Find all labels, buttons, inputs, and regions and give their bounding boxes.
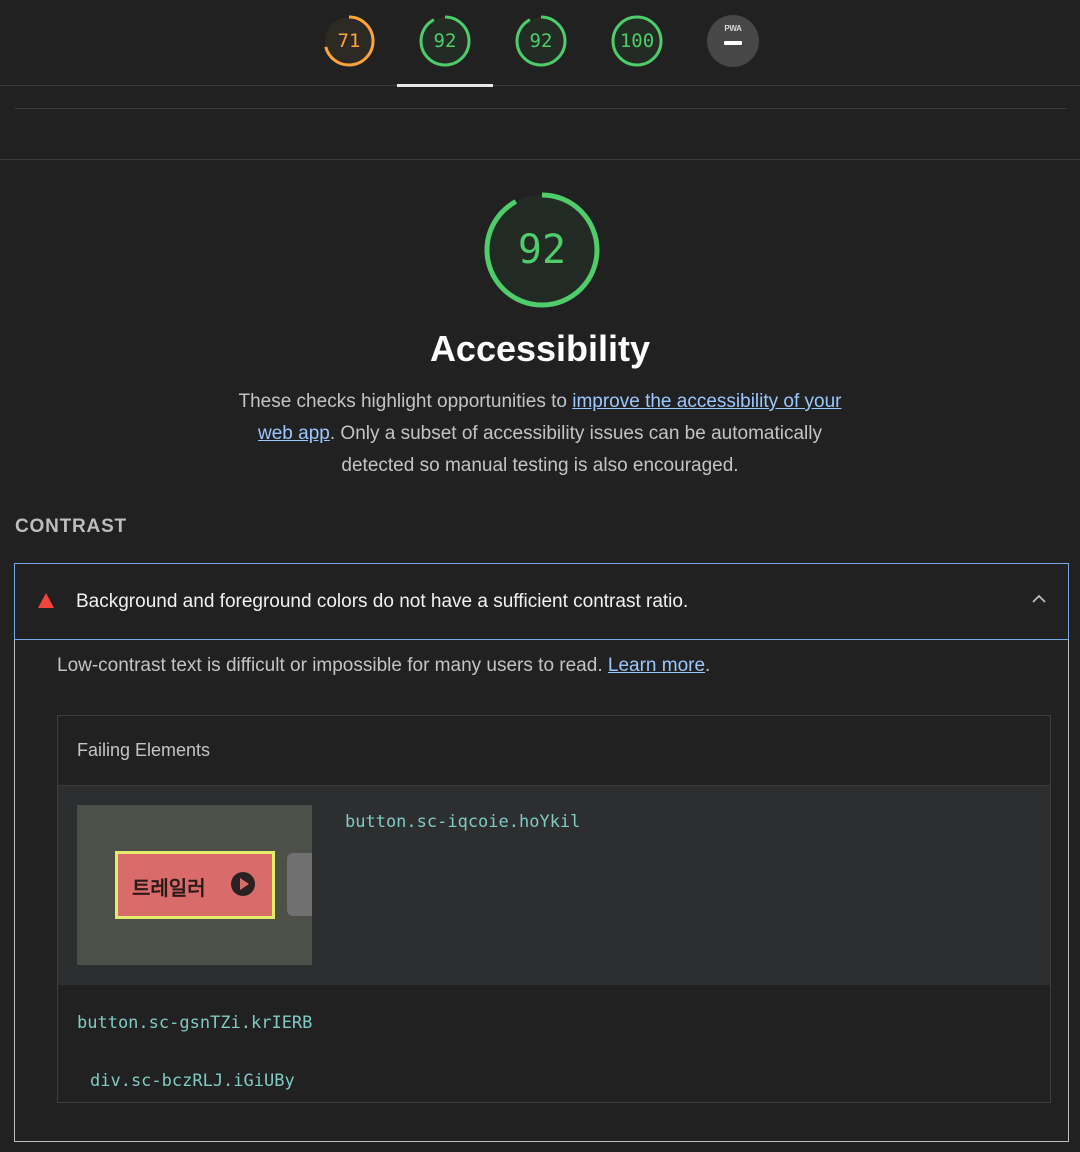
play-icon	[231, 872, 255, 896]
seo-score: 100	[619, 30, 655, 52]
audit-title: Background and foreground colors do not …	[76, 591, 689, 612]
learn-more-link[interactable]: Learn more	[608, 655, 705, 676]
performance-gauge[interactable]: 71	[322, 14, 376, 68]
thumbnail-button-text: 트레일러	[132, 878, 206, 900]
audit-description-text: .	[705, 655, 711, 676]
performance-score: 71	[337, 30, 361, 52]
element-screenshot[interactable]: 트레일러	[77, 805, 312, 965]
accessibility-score: 92	[433, 30, 457, 52]
audit-description-text: Low-contrast text is difficult or imposs…	[57, 655, 608, 676]
pwa-dash-icon	[724, 41, 742, 45]
category-description-text: These checks highlight opportunities to	[238, 391, 573, 412]
divider	[0, 159, 1080, 160]
active-tab-indicator	[397, 84, 493, 87]
pwa-label: PWA	[724, 24, 742, 33]
failing-elements-header: Failing Elements	[77, 740, 211, 760]
failing-elements-table: Failing Elements 트레일러 button.sc-iqcoie.h…	[57, 715, 1051, 1103]
audit-description: Low-contrast text is difficult or imposs…	[57, 655, 710, 677]
pwa-badge[interactable]: PWA	[707, 15, 759, 67]
category-description: These checks highlight opportunities to …	[220, 386, 860, 482]
audit-header[interactable]: Background and foreground colors do not …	[14, 563, 1069, 640]
group-title: CONTRAST	[15, 516, 127, 537]
element-path: button.sc-gsnTZi.krIERB	[77, 1013, 313, 1033]
table-header: Failing Elements	[58, 716, 1050, 786]
score-tab-bar: 71 92 92 100 PWA	[0, 0, 1080, 87]
adjacent-element	[287, 853, 312, 916]
category-gauge: 92	[482, 190, 602, 310]
best-practices-gauge[interactable]: 92	[514, 14, 568, 68]
accessibility-gauge[interactable]: 92	[418, 14, 472, 68]
category-description-text: . Only a subset of accessibility issues …	[329, 423, 822, 476]
table-row[interactable]: 트레일러 button.sc-iqcoie.hoYkil	[58, 786, 1050, 985]
element-path: div.sc-bczRLJ.iGiUBy	[90, 1071, 295, 1091]
fail-triangle-icon	[38, 593, 54, 608]
best-practices-score: 92	[529, 30, 553, 52]
divider	[15, 108, 1067, 109]
element-selector[interactable]: button.sc-iqcoie.hoYkil	[345, 812, 580, 832]
category-title: Accessibility	[429, 328, 651, 369]
highlighted-element: 트레일러	[115, 851, 275, 919]
seo-gauge[interactable]: 100	[610, 14, 664, 68]
chevron-up-icon[interactable]	[1030, 590, 1048, 608]
category-score: 92	[517, 227, 567, 273]
